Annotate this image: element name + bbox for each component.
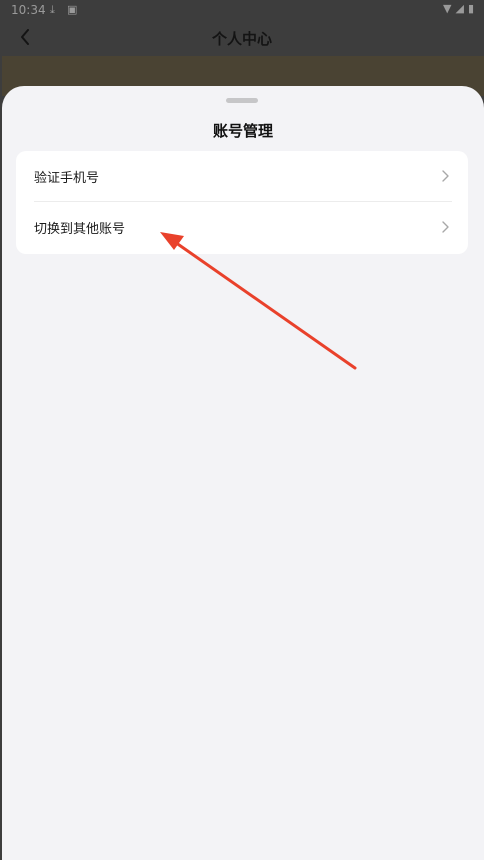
page-title: 个人中心: [211, 30, 272, 48]
notification-icon: ▣: [67, 3, 78, 16]
verify-phone-item[interactable]: 验证手机号: [16, 151, 468, 202]
switch-account-label: 切换到其他账号: [34, 222, 126, 237]
chevron-right-icon: [442, 221, 449, 233]
account-management-sheet: 账号管理 验证手机号 切换到其他账号: [2, 86, 484, 860]
verify-phone-label: 验证手机号: [34, 171, 100, 186]
battery-icon: ▮: [467, 2, 474, 15]
options-card: 验证手机号 切换到其他账号: [16, 151, 468, 254]
switch-account-item[interactable]: 切换到其他账号: [16, 202, 468, 253]
download-icon: ⤓: [50, 3, 55, 16]
wifi-icon: ▼: [443, 2, 452, 15]
chevron-right-icon: [442, 170, 449, 182]
status-time: 10:34: [11, 3, 46, 17]
signal-icon: ◢: [455, 2, 464, 15]
status-icons: ▼ ◢ ▮: [443, 2, 474, 15]
top-app-bar: 个人中心: [0, 20, 484, 56]
drag-handle[interactable]: [226, 98, 258, 103]
sheet-title: 账号管理: [212, 122, 273, 140]
status-bar: 10:34 ⤓ ▣ ▼ ◢ ▮: [0, 0, 484, 20]
